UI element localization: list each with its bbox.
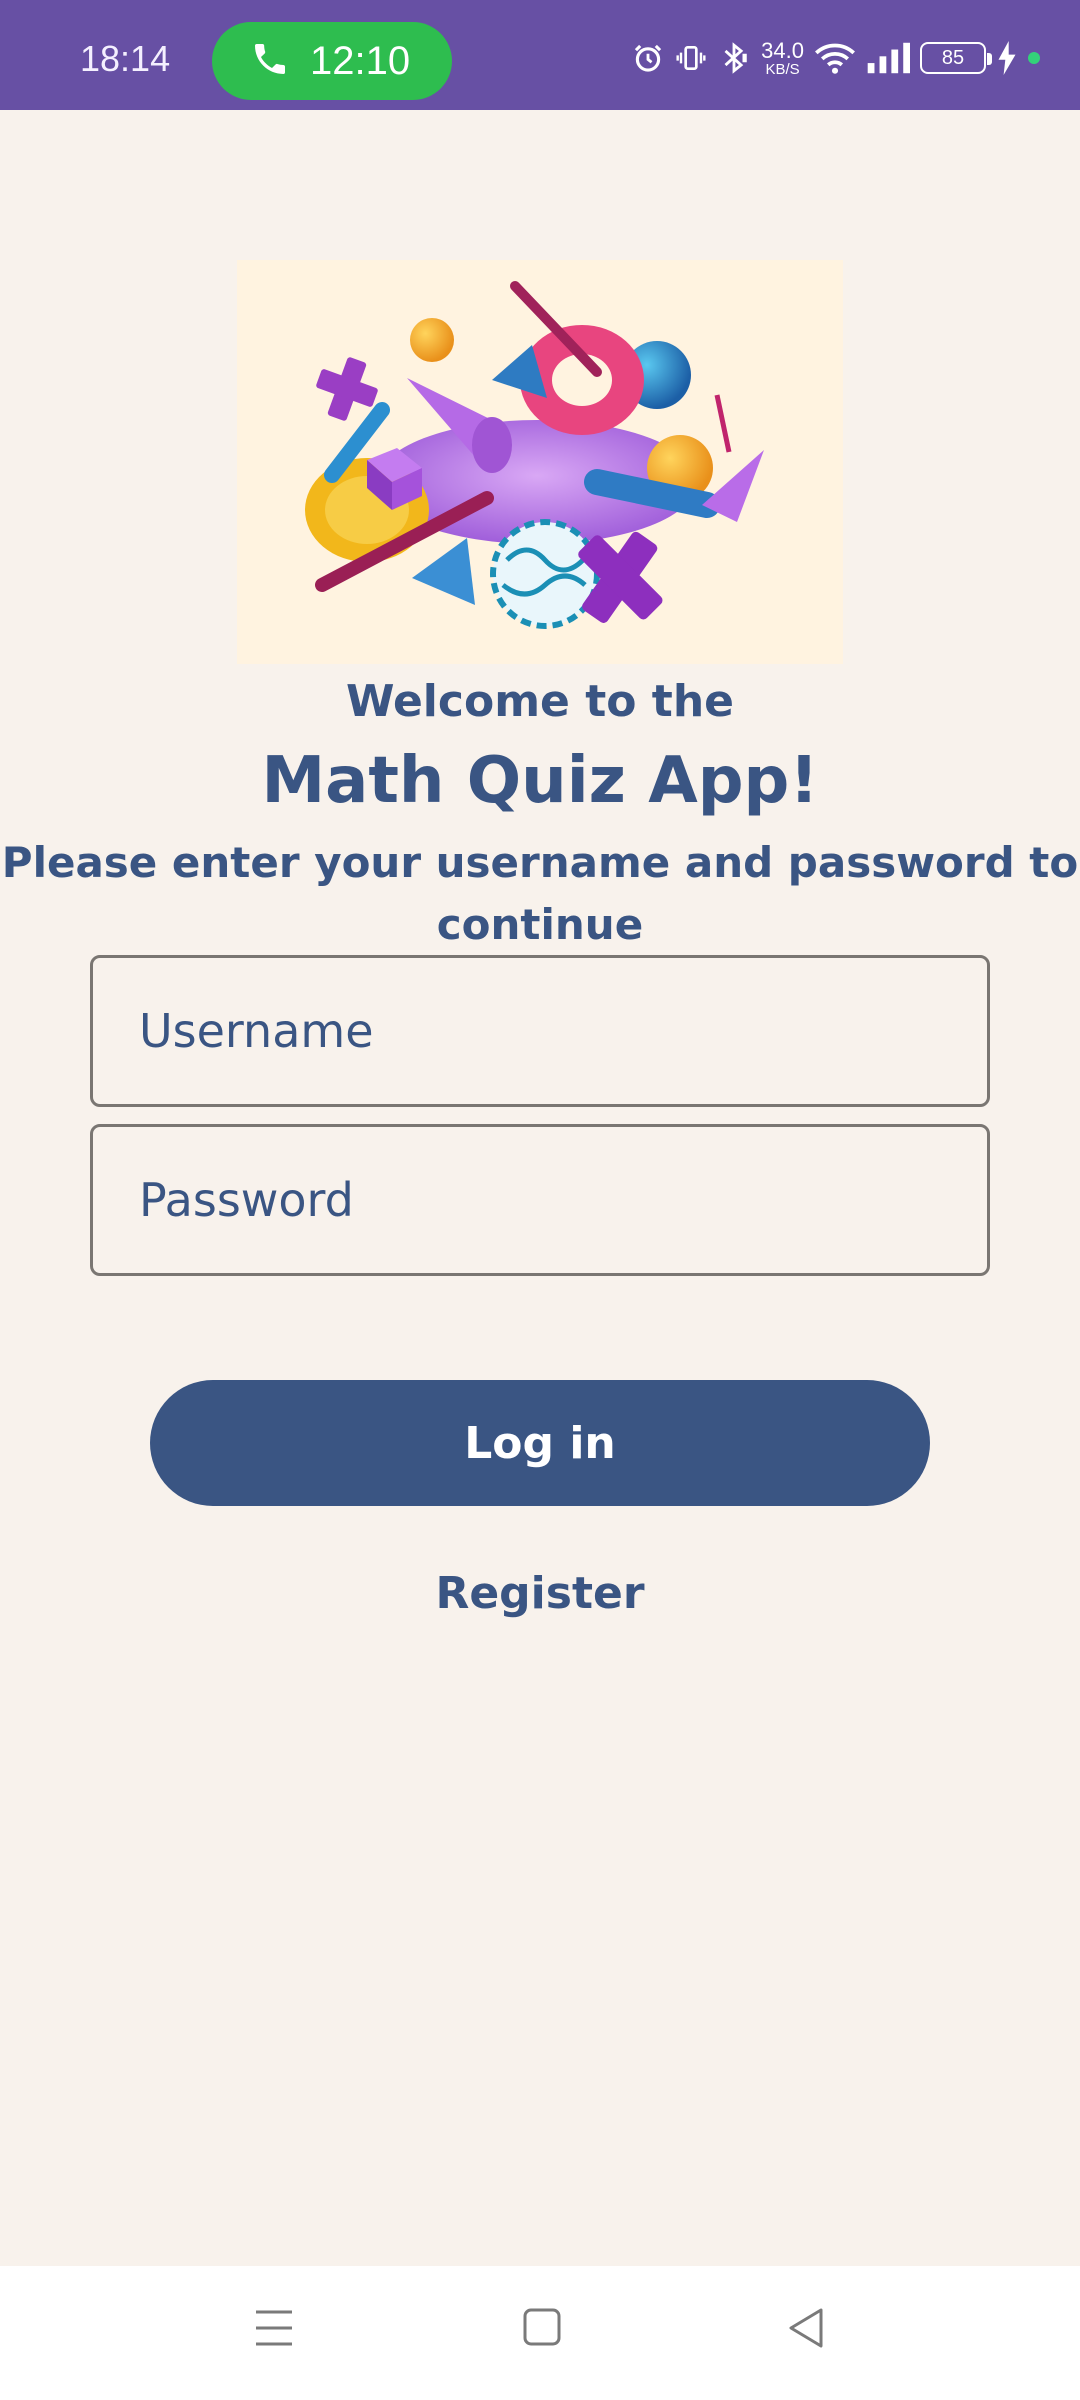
vibrate-icon — [675, 41, 707, 75]
login-button[interactable]: Log in — [150, 1380, 930, 1506]
username-input[interactable] — [139, 1004, 987, 1058]
alarm-icon — [631, 41, 665, 75]
battery-indicator: 85 — [920, 42, 992, 74]
phone-icon — [250, 39, 290, 83]
call-duration: 12:10 — [310, 38, 411, 83]
bluetooth-icon — [717, 41, 751, 75]
math-shapes-illustration — [237, 260, 843, 664]
password-field[interactable] — [90, 1124, 990, 1276]
privacy-indicator-dot — [1028, 52, 1040, 64]
charging-icon — [996, 41, 1018, 75]
welcome-line: Welcome to the — [346, 676, 734, 727]
username-field[interactable] — [90, 955, 990, 1107]
recent-apps-button[interactable] — [254, 2306, 294, 2354]
status-time: 18:14 — [80, 38, 171, 79]
net-speed-value: 34.0 — [761, 37, 804, 63]
wifi-icon — [814, 41, 856, 75]
register-link[interactable]: Register — [0, 1568, 1080, 1619]
system-navigation-bar — [0, 2266, 1080, 2400]
net-speed-unit: KB/S — [765, 60, 800, 78]
app-title: Math Quiz App! — [261, 744, 819, 818]
login-instructions: Please enter your username and password … — [1, 838, 1079, 949]
ongoing-call-pill[interactable]: 12:10 — [212, 22, 452, 100]
password-input[interactable] — [139, 1173, 987, 1227]
network-speed: 34.0 KB/S — [761, 37, 804, 78]
back-button[interactable] — [786, 2306, 826, 2354]
status-bar: 18:14 12:10 34.0 KB/S 85 — [0, 0, 1080, 110]
status-icons: 34.0 KB/S 85 — [631, 30, 1040, 86]
signal-icon — [866, 41, 910, 75]
home-button[interactable] — [522, 2306, 562, 2354]
